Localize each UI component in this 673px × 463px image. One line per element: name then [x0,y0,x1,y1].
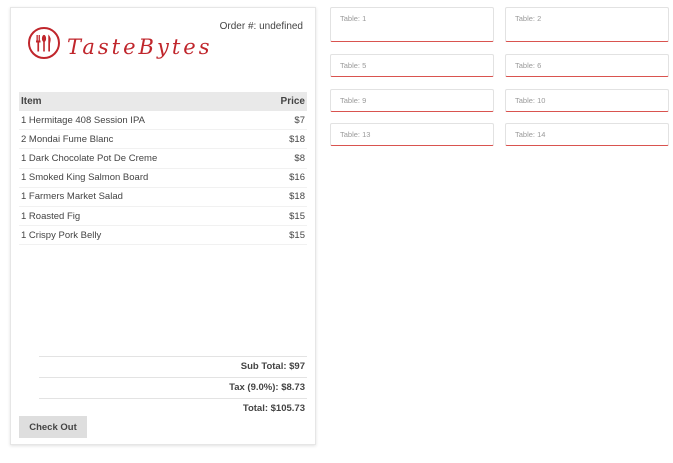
table-card-14[interactable]: Table: 14 [505,123,669,146]
brand-logo: TasteBytes [27,23,217,67]
table-label: Table: 6 [515,61,542,70]
table-row: 1 Roasted Fig $15 [19,207,307,227]
item-name: 1 Farmers Market Salad [21,191,123,203]
table-row: 2 Mondai Fume Blanc $18 [19,130,307,150]
table-row: 1 Hermitage 408 Session IPA $7 [19,111,307,131]
item-price: $18 [289,191,305,203]
item-price: $18 [289,133,305,145]
item-price: $16 [289,172,305,184]
table-card-2[interactable]: Table: 2 [505,7,669,42]
table-label: Table: 1 [340,14,367,23]
item-price: $15 [289,210,305,222]
receipt-items: 1 Hermitage 408 Session IPA $7 2 Mondai … [19,111,307,246]
item-name: 2 Mondai Fume Blanc [21,133,114,145]
item-name: 1 Crispy Pork Belly [21,229,102,241]
item-name: 1 Roasted Fig [21,210,81,222]
table-card-6[interactable]: Table: 6 [505,54,669,77]
table-label: Table: 9 [340,96,367,105]
table-label: Table: 14 [515,130,546,139]
receipt-totals: Sub Total: $97 Tax (9.0%): $8.73 Total: … [39,356,307,419]
receipt-table-header: Item Price [19,92,307,111]
item-name: 1 Smoked King Salmon Board [21,172,149,184]
table-row: 1 Farmers Market Salad $18 [19,188,307,207]
item-name: 1 Dark Chocolate Pot De Creme [21,152,158,164]
brand-name: TasteBytes [67,35,212,59]
table-label: Table: 10 [515,96,546,105]
table-label: Table: 2 [515,14,542,23]
table-row: 1 Dark Chocolate Pot De Creme $8 [19,149,307,169]
table-card-13[interactable]: Table: 13 [330,123,494,146]
column-item: Item [21,96,42,107]
utensils-logo-icon: TasteBytes [28,27,212,59]
tax: Tax (9.0%): $8.73 [39,377,307,398]
item-price: $15 [289,229,305,241]
receipt-panel: TasteBytes Order #: undefined Item Price… [10,7,316,445]
column-price: Price [280,96,305,107]
item-price: $7 [294,114,305,126]
table-label: Table: 5 [340,61,367,70]
item-name: 1 Hermitage 408 Session IPA [21,114,145,126]
item-price: $8 [294,152,305,164]
table-label: Table: 13 [340,130,371,139]
table-card-5[interactable]: Table: 5 [330,54,494,77]
order-number: Order #: undefined [219,21,303,32]
table-card-9[interactable]: Table: 9 [330,89,494,112]
checkout-button[interactable]: Check Out [19,416,87,438]
subtotal: Sub Total: $97 [39,356,307,377]
table-row: 1 Crispy Pork Belly $15 [19,226,307,246]
table-row: 1 Smoked King Salmon Board $16 [19,169,307,188]
table-card-1[interactable]: Table: 1 [330,7,494,42]
table-card-10[interactable]: Table: 10 [505,89,669,112]
